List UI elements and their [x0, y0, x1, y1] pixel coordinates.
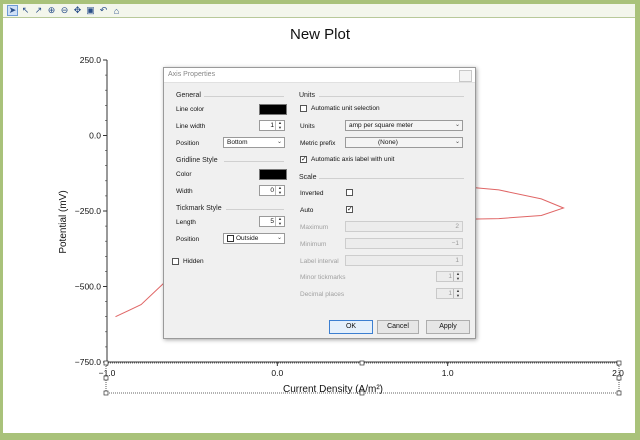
scale-header: Scale: [299, 174, 317, 181]
chevron-down-icon: ⌄: [454, 139, 460, 145]
spinner-arrows[interactable]: ▲ ▼: [275, 216, 284, 226]
selection-handle[interactable]: [616, 375, 622, 381]
tick-position-value: Outside: [236, 235, 259, 242]
minimum-label: Minimum: [300, 241, 327, 248]
maximum-field[interactable]: 2: [345, 221, 463, 232]
selection-handle[interactable]: [103, 360, 109, 366]
spin-down-icon[interactable]: ▼: [456, 293, 460, 298]
minor-tickmarks-label: Minor tickmarks: [300, 274, 346, 281]
gridline-color-swatch[interactable]: [259, 169, 287, 180]
selection-handle[interactable]: [359, 390, 365, 396]
cancel-button[interactable]: Cancel: [377, 320, 419, 334]
x-tick-label: 1.0: [442, 368, 454, 378]
gridline-width-spinner[interactable]: 0 ▲ ▼: [259, 185, 285, 196]
y-axis-label: Potential (mV): [58, 190, 69, 253]
selection-handle[interactable]: [616, 390, 622, 396]
units-value: amp per square meter: [349, 122, 413, 129]
tick-length-value: 5: [270, 218, 274, 225]
line-color-label: Line color: [176, 106, 205, 113]
spin-down-icon[interactable]: ▼: [278, 125, 282, 130]
dialog-title-bar[interactable]: Axis Properties: [164, 68, 475, 83]
spinner-arrows[interactable]: ▲ ▼: [275, 185, 284, 195]
gridline-width-value: 0: [270, 187, 274, 194]
y-tick-label: −500.0: [75, 282, 102, 292]
position-select[interactable]: Bottom ⌄: [223, 137, 285, 148]
check-icon: ✓: [301, 156, 307, 163]
position-label: Position: [176, 140, 200, 147]
label-interval-label: Label interval: [300, 258, 339, 265]
y-tick-label: 0.0: [89, 131, 101, 141]
tick-position-select[interactable]: Outside ⌄: [223, 233, 285, 244]
tick-length-spinner[interactable]: 5 ▲ ▼: [259, 216, 285, 227]
ok-button[interactable]: OK: [329, 320, 373, 334]
apply-button[interactable]: Apply: [426, 320, 470, 334]
check-icon: ✓: [347, 206, 353, 213]
tick-position-label: Position: [176, 236, 200, 243]
inverted-label: Inverted: [300, 190, 324, 197]
chevron-down-icon: ⌄: [454, 122, 460, 128]
auto-label: Auto: [300, 207, 314, 214]
x-tick-label: 0.0: [271, 368, 283, 378]
auto-axis-label-text: Automatic axis label with unit: [311, 156, 395, 163]
minor-tickmarks-value: 1: [448, 273, 452, 280]
chevron-down-icon: ⌄: [276, 235, 282, 241]
close-icon[interactable]: [459, 70, 472, 82]
spin-down-icon[interactable]: ▼: [456, 276, 460, 281]
decimal-places-spinner[interactable]: 1 ▲ ▼: [436, 288, 463, 299]
selection-handle[interactable]: [616, 360, 622, 366]
metric-prefix-value: (None): [378, 139, 398, 146]
units-select[interactable]: amp per square meter ⌄: [345, 120, 463, 131]
y-tick-label: −750.0: [75, 357, 102, 367]
minimum-field[interactable]: −1: [345, 238, 463, 249]
auto-scale-checkbox[interactable]: ✓: [346, 206, 353, 213]
metric-prefix-label: Metric prefix: [300, 140, 336, 147]
tickmark-header: Tickmark Style: [176, 205, 222, 212]
chevron-down-icon: ⌄: [276, 139, 282, 145]
dialog-title: Axis Properties: [168, 71, 216, 78]
minor-tickmarks-spinner[interactable]: 1 ▲ ▼: [436, 271, 463, 282]
auto-unit-label: Automatic unit selection: [311, 105, 380, 112]
axis-properties-dialog: Axis Properties General Line color Line …: [163, 67, 476, 339]
y-tick-label: 250.0: [80, 55, 102, 65]
selection-handle[interactable]: [103, 390, 109, 396]
y-tick-label: −250.0: [75, 206, 102, 216]
maximum-label: Maximum: [300, 224, 329, 231]
inverted-checkbox[interactable]: [346, 189, 353, 196]
decimal-places-value: 1: [448, 290, 452, 297]
hidden-label: Hidden: [183, 258, 204, 265]
line-width-label: Line width: [176, 123, 206, 130]
spinner-arrows[interactable]: ▲ ▼: [453, 271, 462, 281]
gridline-width-label: Width: [176, 188, 193, 195]
spin-down-icon[interactable]: ▼: [278, 221, 282, 226]
spin-down-icon[interactable]: ▼: [278, 190, 282, 195]
gridline-header: Gridline Style: [176, 157, 218, 164]
position-value: Bottom: [227, 139, 248, 146]
selection-handle[interactable]: [359, 360, 365, 366]
tick-length-label: Length: [176, 219, 196, 226]
spinner-arrows[interactable]: ▲ ▼: [275, 120, 284, 130]
line-color-swatch[interactable]: [259, 104, 287, 115]
general-header: General: [176, 92, 201, 99]
spinner-arrows[interactable]: ▲ ▼: [453, 288, 462, 298]
auto-axis-label-checkbox[interactable]: ✓: [300, 156, 307, 163]
line-width-spinner[interactable]: 1 ▲ ▼: [259, 120, 285, 131]
tick-outside-icon: [227, 235, 234, 242]
line-width-value: 1: [270, 122, 274, 129]
auto-unit-checkbox[interactable]: [300, 105, 307, 112]
units-header: Units: [299, 92, 315, 99]
hidden-checkbox[interactable]: [172, 258, 179, 265]
decimal-places-label: Decimal places: [300, 291, 345, 298]
selection-handle[interactable]: [103, 375, 109, 381]
gridline-color-label: Color: [176, 171, 192, 178]
label-interval-field[interactable]: 1: [345, 255, 463, 266]
metric-prefix-select[interactable]: (None) ⌄: [345, 137, 463, 148]
units-label: Units: [300, 123, 315, 130]
